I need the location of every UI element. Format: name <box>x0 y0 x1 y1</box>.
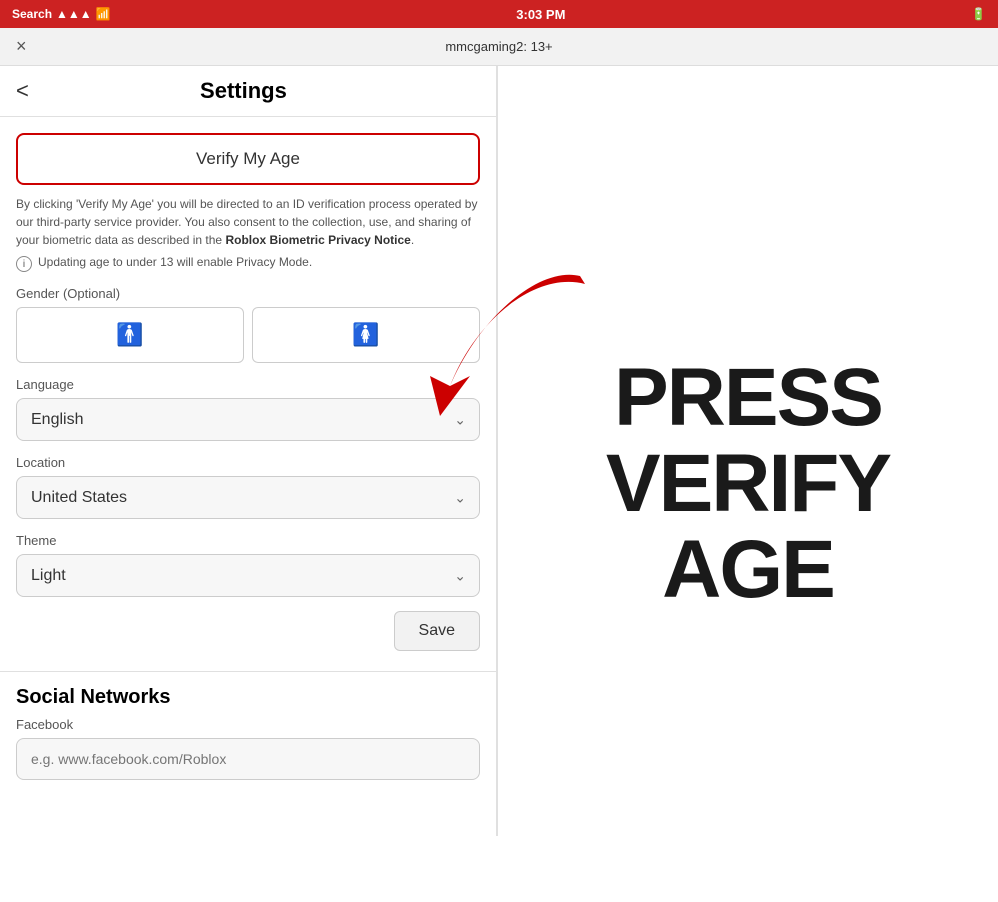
back-button[interactable]: < <box>16 78 29 104</box>
language-label: Language <box>16 377 480 392</box>
male-gender-button[interactable]: 🚹 <box>16 307 244 363</box>
settings-title: Settings <box>37 78 450 104</box>
settings-content: Verify My Age By clicking 'Verify My Age… <box>0 117 496 796</box>
gender-row: 🚹 🚺 <box>16 307 480 363</box>
verify-description: By clicking 'Verify My Age' you will be … <box>16 195 480 249</box>
language-select[interactable]: English <box>16 398 480 441</box>
privacy-note: i Updating age to under 13 will enable P… <box>16 255 480 272</box>
theme-label: Theme <box>16 533 480 548</box>
language-wrapper: Language English ⌄ <box>16 377 480 441</box>
social-networks-title: Social Networks <box>16 686 480 709</box>
theme-select[interactable]: Light <box>16 554 480 597</box>
theme-dropdown-container: Light ⌄ <box>16 554 480 597</box>
browser-chrome: × mmcgaming2: 13+ <box>0 28 998 66</box>
location-wrapper: Location United States ⌄ <box>16 455 480 519</box>
settings-header: < Settings <box>0 66 496 117</box>
facebook-input[interactable] <box>16 738 480 780</box>
wifi-icon: 📶 <box>96 7 111 21</box>
facebook-label: Facebook <box>16 717 480 732</box>
info-icon: i <box>16 256 32 272</box>
privacy-link[interactable]: Roblox Biometric Privacy Notice <box>225 233 410 247</box>
language-dropdown-container: English ⌄ <box>16 398 480 441</box>
phone-frame: < Settings Verify My Age By clicking 'Ve… <box>0 66 498 836</box>
female-icon: 🚺 <box>352 322 379 348</box>
save-button[interactable]: Save <box>394 611 480 651</box>
gender-label: Gender (Optional) <box>16 286 480 301</box>
location-label: Location <box>16 455 480 470</box>
divider <box>0 671 496 672</box>
theme-wrapper: Theme Light ⌄ <box>16 533 480 597</box>
close-icon[interactable]: × <box>16 36 27 57</box>
battery-icon: 🔋 <box>971 7 986 21</box>
signal-icon: ▲▲▲ <box>56 7 92 21</box>
save-row: Save <box>16 611 480 651</box>
right-panel: PRESS VERIFY AGE <box>498 66 998 902</box>
location-dropdown-container: United States ⌄ <box>16 476 480 519</box>
url-text: mmcgaming2: 13+ <box>445 39 552 54</box>
status-left: Search ▲▲▲ 📶 <box>12 7 111 21</box>
verify-age-button[interactable]: Verify My Age <box>16 133 480 185</box>
carrier-text: Search <box>12 7 52 21</box>
location-select[interactable]: United States <box>16 476 480 519</box>
status-right: 🔋 <box>971 7 986 21</box>
status-bar: Search ▲▲▲ 📶 3:03 PM 🔋 <box>0 0 998 28</box>
male-icon: 🚹 <box>116 322 143 348</box>
status-time: 3:03 PM <box>516 7 565 22</box>
overlay-text: PRESS VERIFY AGE <box>606 355 890 613</box>
